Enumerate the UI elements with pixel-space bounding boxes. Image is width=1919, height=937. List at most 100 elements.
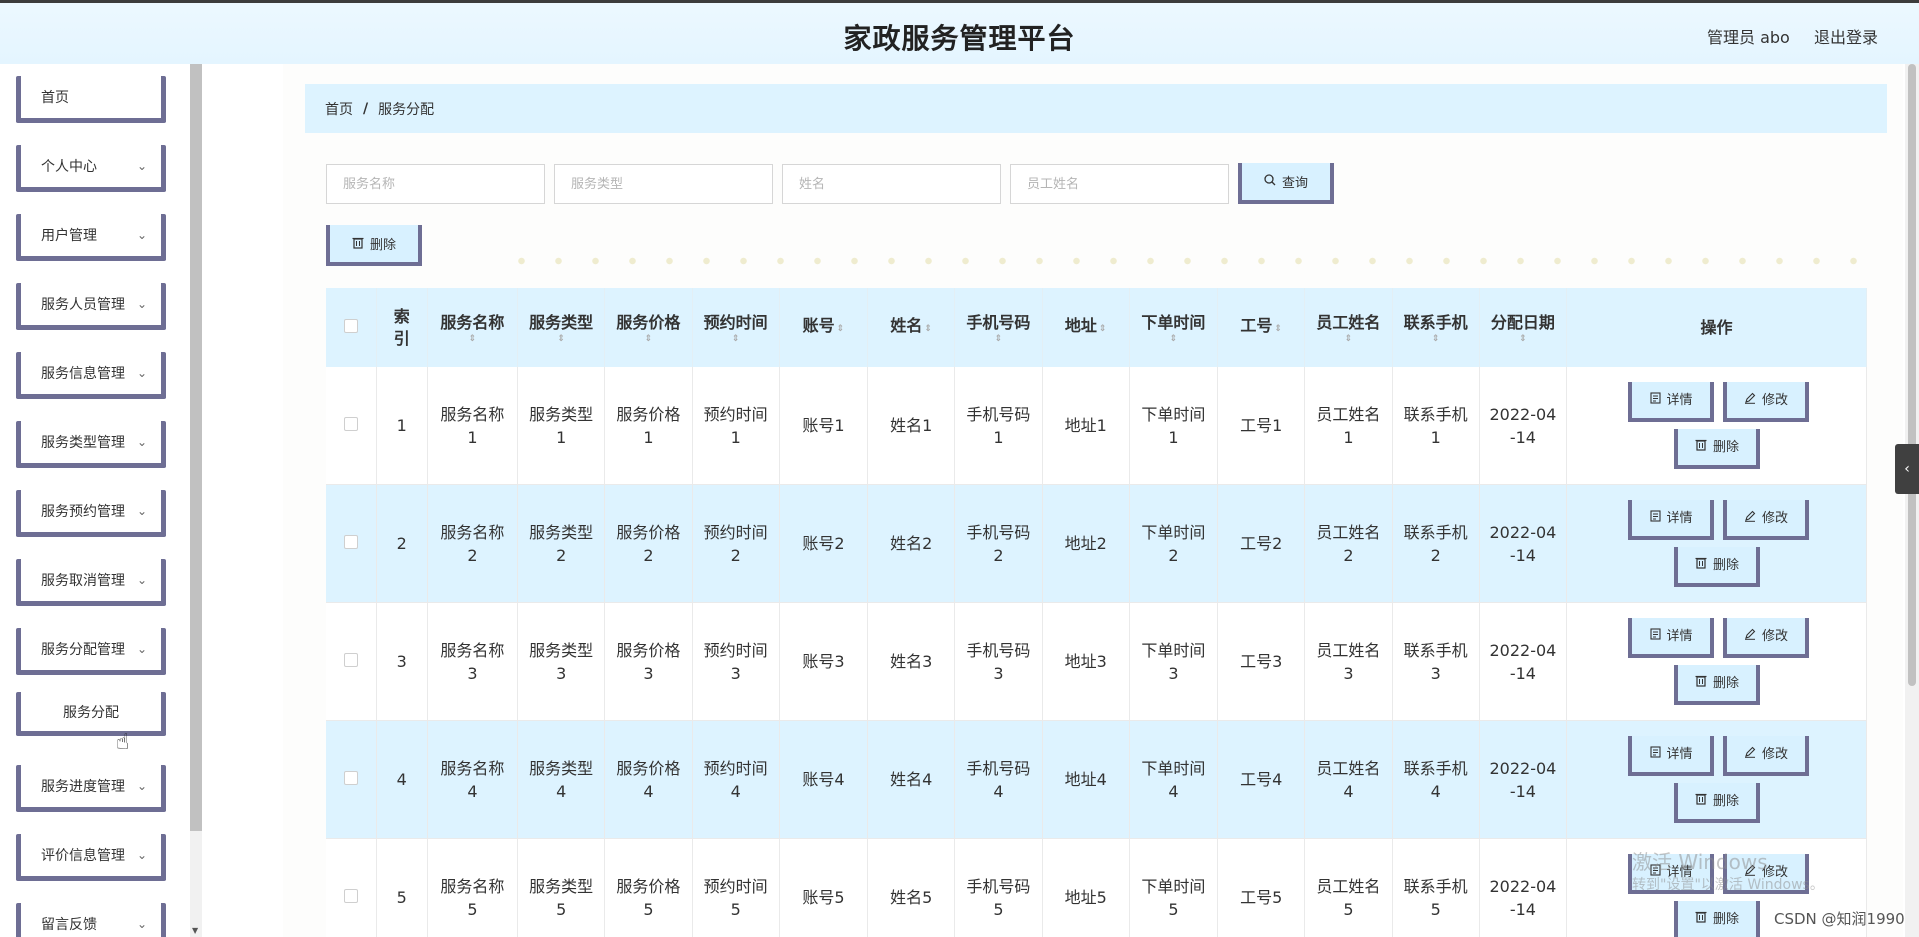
cell-booking-time: 预约时间 3 bbox=[692, 602, 780, 721]
page-scrollbar-thumb[interactable] bbox=[1908, 64, 1916, 686]
sort-icon[interactable]: ⇕ bbox=[955, 334, 1041, 344]
row-checkbox[interactable] bbox=[343, 771, 358, 785]
service-name-input[interactable] bbox=[326, 164, 545, 204]
breadcrumb-current: 服务分配 bbox=[378, 101, 435, 118]
col-employee-no[interactable]: 工号 ⇕ bbox=[1217, 288, 1306, 367]
chevron-down-icon: ⌄ bbox=[136, 297, 147, 311]
sort-icon[interactable]: ⇕ bbox=[1099, 324, 1107, 334]
header-bar: 家政服务管理平台 管理员 abo 退出登录 bbox=[0, 3, 1919, 64]
edit-button[interactable]: 修改 bbox=[1723, 736, 1810, 776]
cell-service-price: 服务价格 5 bbox=[604, 838, 693, 937]
select-all-checkbox[interactable] bbox=[343, 318, 358, 333]
cell-index: 1 bbox=[376, 367, 428, 485]
cell-service-name: 服务名称 3 bbox=[427, 602, 519, 721]
row-checkbox[interactable] bbox=[343, 889, 358, 903]
col-order-time[interactable]: 下单时间 ⇕ bbox=[1129, 288, 1219, 367]
cell-assign-date: 2022-04 -14 bbox=[1479, 367, 1568, 485]
detail-button[interactable]: 详情 bbox=[1628, 500, 1715, 540]
row-checkbox[interactable] bbox=[343, 417, 358, 431]
col-service-type[interactable]: 服务类型 ⇕ bbox=[517, 288, 606, 367]
sort-icon[interactable]: ⇕ bbox=[1274, 324, 1282, 334]
col-assign-date[interactable]: 分配日期 ⇕ bbox=[1479, 288, 1568, 367]
row-checkbox[interactable] bbox=[343, 653, 358, 667]
sidebar-item-progress-management[interactable]: 服务进度管理 ⌄ bbox=[16, 765, 166, 812]
sidebar-scrollbar-thumb[interactable] bbox=[190, 64, 202, 831]
breadcrumb-home[interactable]: 首页 bbox=[325, 99, 353, 119]
scroll-down-arrow-icon[interactable]: ▼ bbox=[192, 926, 198, 935]
sidebar-item-assignment-management[interactable]: 服务分配管理 ⌄ bbox=[16, 628, 166, 675]
sort-icon[interactable]: ⇕ bbox=[1480, 334, 1566, 344]
sort-icon[interactable]: ⇕ bbox=[693, 334, 779, 344]
cell-contact-phone: 联系手机 3 bbox=[1392, 602, 1480, 721]
cell-service-price: 服务价格 3 bbox=[604, 602, 693, 721]
sort-icon[interactable]: ⇕ bbox=[605, 334, 691, 344]
col-employee-name[interactable]: 员工姓名 ⇕ bbox=[1304, 288, 1393, 367]
trash-icon bbox=[1695, 908, 1707, 931]
sort-icon[interactable]: ⇕ bbox=[1393, 334, 1479, 344]
cell-employee-name: 员工姓名 2 bbox=[1304, 484, 1393, 603]
sidebar-item-label: 首页 bbox=[41, 90, 69, 106]
delete-button[interactable]: 删除 bbox=[1674, 547, 1761, 587]
cell-contact-phone: 联系手机 2 bbox=[1392, 484, 1480, 603]
sort-icon[interactable]: ⇕ bbox=[1305, 334, 1391, 344]
edit-button[interactable]: 修改 bbox=[1723, 500, 1810, 540]
sidebar-item-user-management[interactable]: 用户管理 ⌄ bbox=[16, 214, 166, 261]
detail-button[interactable]: 详情 bbox=[1628, 618, 1715, 658]
col-service-name[interactable]: 服务名称 ⇕ bbox=[427, 288, 519, 367]
batch-delete-label: 删除 bbox=[369, 238, 396, 253]
cell-service-price: 服务价格 4 bbox=[604, 720, 693, 839]
delete-button[interactable]: 删除 bbox=[1674, 901, 1761, 937]
hand-cursor-icon: ☝ bbox=[116, 730, 130, 755]
sidebar-item-review-management[interactable]: 评价信息管理 ⌄ bbox=[16, 834, 166, 881]
sidebar-item-label: 服务取消管理 bbox=[41, 573, 125, 589]
sidebar-item-service-info-management[interactable]: 服务信息管理 ⌄ bbox=[16, 352, 166, 399]
employee-name-input[interactable] bbox=[1010, 164, 1229, 204]
edit-button[interactable]: 修改 bbox=[1723, 618, 1810, 658]
col-label: 下单时间 bbox=[1141, 312, 1206, 332]
col-account[interactable]: 账号 ⇕ bbox=[779, 288, 869, 367]
chevron-left-icon[interactable]: ‹ bbox=[1895, 444, 1919, 494]
sort-icon[interactable]: ⇕ bbox=[428, 334, 517, 344]
sort-icon[interactable]: ⇕ bbox=[1130, 334, 1217, 344]
sort-icon[interactable]: ⇕ bbox=[924, 324, 932, 334]
windows-activation-hint: 转到"设置"以激活 Windows。 bbox=[1632, 877, 1824, 893]
delete-button-label: 删除 bbox=[1713, 439, 1740, 455]
sort-icon[interactable]: ⇕ bbox=[837, 324, 845, 334]
sidebar-item-cancel-management[interactable]: 服务取消管理 ⌄ bbox=[16, 559, 166, 606]
col-name[interactable]: 姓名 ⇕ bbox=[867, 288, 956, 367]
cell-name: 姓名1 bbox=[867, 367, 956, 485]
sidebar-item-personal-center[interactable]: 个人中心 ⌄ bbox=[16, 145, 166, 192]
name-input[interactable] bbox=[782, 164, 1001, 204]
col-label: 服务类型 bbox=[529, 312, 594, 332]
delete-button[interactable]: 删除 bbox=[1674, 429, 1761, 469]
delete-button[interactable]: 删除 bbox=[1674, 665, 1761, 705]
sidebar-item-service-type-management[interactable]: 服务类型管理 ⌄ bbox=[16, 421, 166, 468]
detail-button[interactable]: 详情 bbox=[1628, 382, 1715, 422]
col-address[interactable]: 地址 ⇕ bbox=[1042, 288, 1130, 367]
edit-button[interactable]: 修改 bbox=[1723, 382, 1810, 422]
col-service-price[interactable]: 服务价格 ⇕ bbox=[604, 288, 693, 367]
sidebar-item-booking-management[interactable]: 服务预约管理 ⌄ bbox=[16, 490, 166, 537]
detail-button[interactable]: 详情 bbox=[1628, 736, 1715, 776]
delete-button[interactable]: 删除 bbox=[1674, 783, 1761, 823]
col-contact-phone[interactable]: 联系手机 ⇕ bbox=[1392, 288, 1480, 367]
sidebar-item-feedback[interactable]: 留言反馈 ⌄ bbox=[16, 903, 166, 937]
query-button[interactable]: 查询 bbox=[1238, 163, 1334, 204]
cell-service-type: 服务类型 1 bbox=[517, 367, 606, 485]
cell-index: 4 bbox=[376, 720, 428, 839]
document-icon bbox=[1649, 743, 1661, 766]
batch-delete-button[interactable]: 删除 bbox=[326, 225, 422, 266]
row-checkbox[interactable] bbox=[343, 535, 358, 549]
sidebar-item-staff-management[interactable]: 服务人员管理 ⌄ bbox=[16, 283, 166, 330]
sort-icon[interactable]: ⇕ bbox=[518, 334, 604, 344]
sidebar-subitem-service-assignment[interactable]: 服务分配 bbox=[16, 692, 166, 736]
service-type-input[interactable] bbox=[554, 164, 773, 204]
sidebar-item-home[interactable]: 首页 bbox=[16, 76, 166, 123]
cell-name: 姓名2 bbox=[867, 484, 956, 603]
col-label: 手机号码 bbox=[966, 312, 1031, 332]
col-phone[interactable]: 手机号码 ⇕ bbox=[954, 288, 1043, 367]
logout-link[interactable]: 退出登录 bbox=[1814, 24, 1878, 48]
cell-booking-time: 预约时间 2 bbox=[692, 484, 780, 603]
col-booking-time[interactable]: 预约时间 ⇕ bbox=[692, 288, 780, 367]
detail-button-label: 详情 bbox=[1666, 628, 1693, 644]
